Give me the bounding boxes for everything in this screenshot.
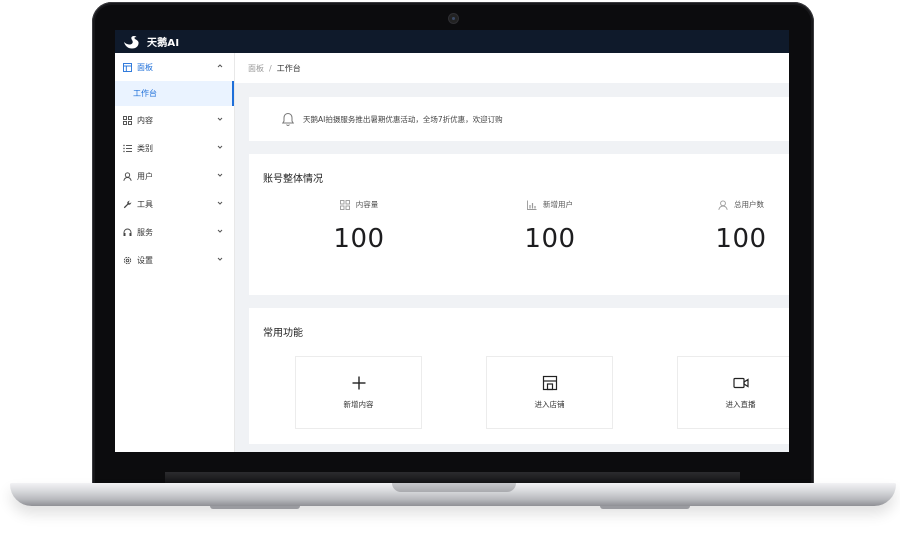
- function-label: 进入直播: [725, 400, 756, 409]
- chevron-down-icon: [217, 257, 223, 261]
- dashboard-icon: [123, 62, 132, 72]
- breadcrumb-current: 工作台: [276, 63, 301, 73]
- headset-icon: [123, 228, 132, 237]
- stat-label: 新增用户: [543, 200, 573, 209]
- chevron-down-icon: [217, 201, 223, 205]
- laptop-foot: [600, 506, 690, 509]
- user-icon: [718, 199, 728, 210]
- panel-title: 常用功能: [263, 328, 303, 339]
- grid-icon: [339, 199, 350, 210]
- wrench-icon: [123, 200, 132, 209]
- enter-store-button[interactable]: 进入店铺: [486, 356, 613, 429]
- stat-label: 内容量: [355, 200, 379, 209]
- function-label: 新增内容: [343, 400, 374, 409]
- sidebar-item-category[interactable]: 类别: [115, 134, 234, 162]
- chevron-down-icon: [217, 229, 223, 233]
- sidebar: 面板 工作台 内容 类别 用户 工具 服务 设置: [115, 53, 235, 452]
- stat-value: 100: [524, 224, 576, 254]
- account-overview-panel: 账号整体情况 内容量 100 新增用户 100 总用户数 100: [249, 154, 789, 295]
- sidebar-item-label: 用户: [137, 171, 153, 181]
- stat-total-users: 总用户数 100: [676, 199, 789, 254]
- bell-icon: [281, 112, 295, 126]
- sidebar-item-label: 设置: [137, 255, 153, 265]
- sidebar-item-label: 工具: [137, 199, 153, 209]
- grid-icon: [123, 115, 132, 125]
- user-icon: [123, 171, 132, 181]
- sidebar-subitem-workbench[interactable]: 工作台: [115, 81, 234, 106]
- swan-logo-icon: [124, 35, 139, 48]
- app-title: 天鹅AI: [147, 38, 180, 49]
- sidebar-item-dashboard[interactable]: 面板: [115, 53, 234, 81]
- breadcrumb-separator: /: [269, 63, 272, 73]
- add-content-button[interactable]: 新增内容: [295, 356, 422, 429]
- chevron-down-icon: [217, 145, 223, 149]
- sidebar-item-content[interactable]: 内容: [115, 106, 234, 134]
- sidebar-item-label: 内容: [137, 115, 153, 125]
- function-label: 进入店铺: [534, 400, 565, 409]
- panel-title: 账号整体情况: [263, 174, 323, 185]
- sidebar-subitem-label: 工作台: [133, 89, 157, 98]
- top-bar: 天鹅AI: [115, 30, 789, 53]
- sidebar-item-settings[interactable]: 设置: [115, 246, 234, 274]
- stat-value: 100: [715, 224, 767, 254]
- gear-icon: [123, 256, 132, 265]
- laptop-notch: [392, 483, 516, 492]
- common-functions-panel: 常用功能 新增内容 进入店铺 进入直播: [249, 308, 789, 444]
- sidebar-item-tools[interactable]: 工具: [115, 190, 234, 218]
- sidebar-item-user[interactable]: 用户: [115, 162, 234, 190]
- breadcrumb-parent[interactable]: 面板: [248, 63, 264, 74]
- list-icon: [123, 144, 132, 153]
- stat-content-count: 内容量 100: [294, 199, 424, 254]
- notice-text: 天鹅AI拍摄服务推出暑期优惠活动，全场7折优惠，欢迎订购: [303, 114, 503, 124]
- video-icon: [732, 377, 749, 389]
- chevron-down-icon: [217, 117, 223, 121]
- sidebar-item-label: 服务: [137, 227, 153, 237]
- store-icon: [542, 375, 557, 391]
- main-content: 面板 / 工作台 天鹅AI拍摄服务推出暑期优惠活动，全场7折优惠，欢迎订购 账号…: [235, 53, 789, 452]
- laptop-foot: [210, 506, 300, 509]
- app-screen: 天鹅AI 面板 工作台 内容 类别 用户 工具 服务 设置 面板 / 工作台 天…: [115, 30, 789, 452]
- stat-value: 100: [333, 224, 385, 254]
- plus-icon: [352, 376, 365, 390]
- sidebar-item-service[interactable]: 服务: [115, 218, 234, 246]
- stat-label: 总用户数: [734, 200, 764, 209]
- sidebar-item-label: 类别: [137, 143, 153, 153]
- enter-live-button[interactable]: 进入直播: [677, 356, 789, 429]
- chevron-up-icon: [217, 64, 223, 68]
- breadcrumb: 面板 / 工作台: [235, 53, 789, 83]
- chevron-down-icon: [217, 173, 223, 177]
- sidebar-item-label: 面板: [137, 62, 153, 72]
- stat-new-users: 新增用户 100: [485, 199, 615, 254]
- bar-chart-icon: [527, 200, 537, 210]
- webcam: [449, 14, 458, 23]
- notice-banner: 天鹅AI拍摄服务推出暑期优惠活动，全场7折优惠，欢迎订购: [249, 97, 789, 141]
